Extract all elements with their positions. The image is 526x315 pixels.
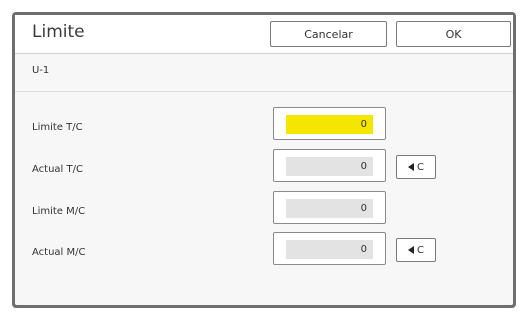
reset-mc-label: C bbox=[417, 244, 424, 256]
limit-mc-value: 0 bbox=[286, 199, 373, 218]
ok-button[interactable]: OK bbox=[396, 21, 511, 47]
limit-mc-field[interactable]: 0 bbox=[273, 191, 386, 224]
limit-tc-field[interactable]: 0 bbox=[273, 107, 386, 140]
reset-tc-button[interactable]: C bbox=[396, 155, 436, 179]
limit-mc-label: Limite M/C bbox=[32, 206, 86, 217]
dialog-panel: Limite Cancelar OK U-1 Limite T/C 0 Actu… bbox=[15, 15, 513, 305]
reset-tc-label: C bbox=[417, 161, 424, 173]
actual-mc-value: 0 bbox=[286, 240, 373, 259]
actual-mc-label: Actual M/C bbox=[32, 247, 86, 258]
limit-tc-value: 0 bbox=[286, 115, 373, 134]
actual-tc-field[interactable]: 0 bbox=[273, 149, 386, 182]
dialog-frame: Limite Cancelar OK U-1 Limite T/C 0 Actu… bbox=[12, 12, 516, 308]
title-bar: Limite Cancelar OK bbox=[15, 15, 513, 54]
triangle-left-icon bbox=[408, 163, 414, 171]
actual-tc-label: Actual T/C bbox=[32, 164, 83, 175]
limit-tc-label: Limite T/C bbox=[32, 122, 83, 133]
reset-mc-button[interactable]: C bbox=[396, 238, 436, 262]
cancel-button[interactable]: Cancelar bbox=[270, 21, 387, 47]
divider bbox=[15, 91, 513, 92]
actual-tc-value: 0 bbox=[286, 157, 373, 176]
triangle-left-icon bbox=[408, 246, 414, 254]
dialog-title: Limite bbox=[32, 22, 85, 42]
unit-label: U-1 bbox=[32, 65, 50, 76]
actual-mc-field[interactable]: 0 bbox=[273, 232, 386, 265]
